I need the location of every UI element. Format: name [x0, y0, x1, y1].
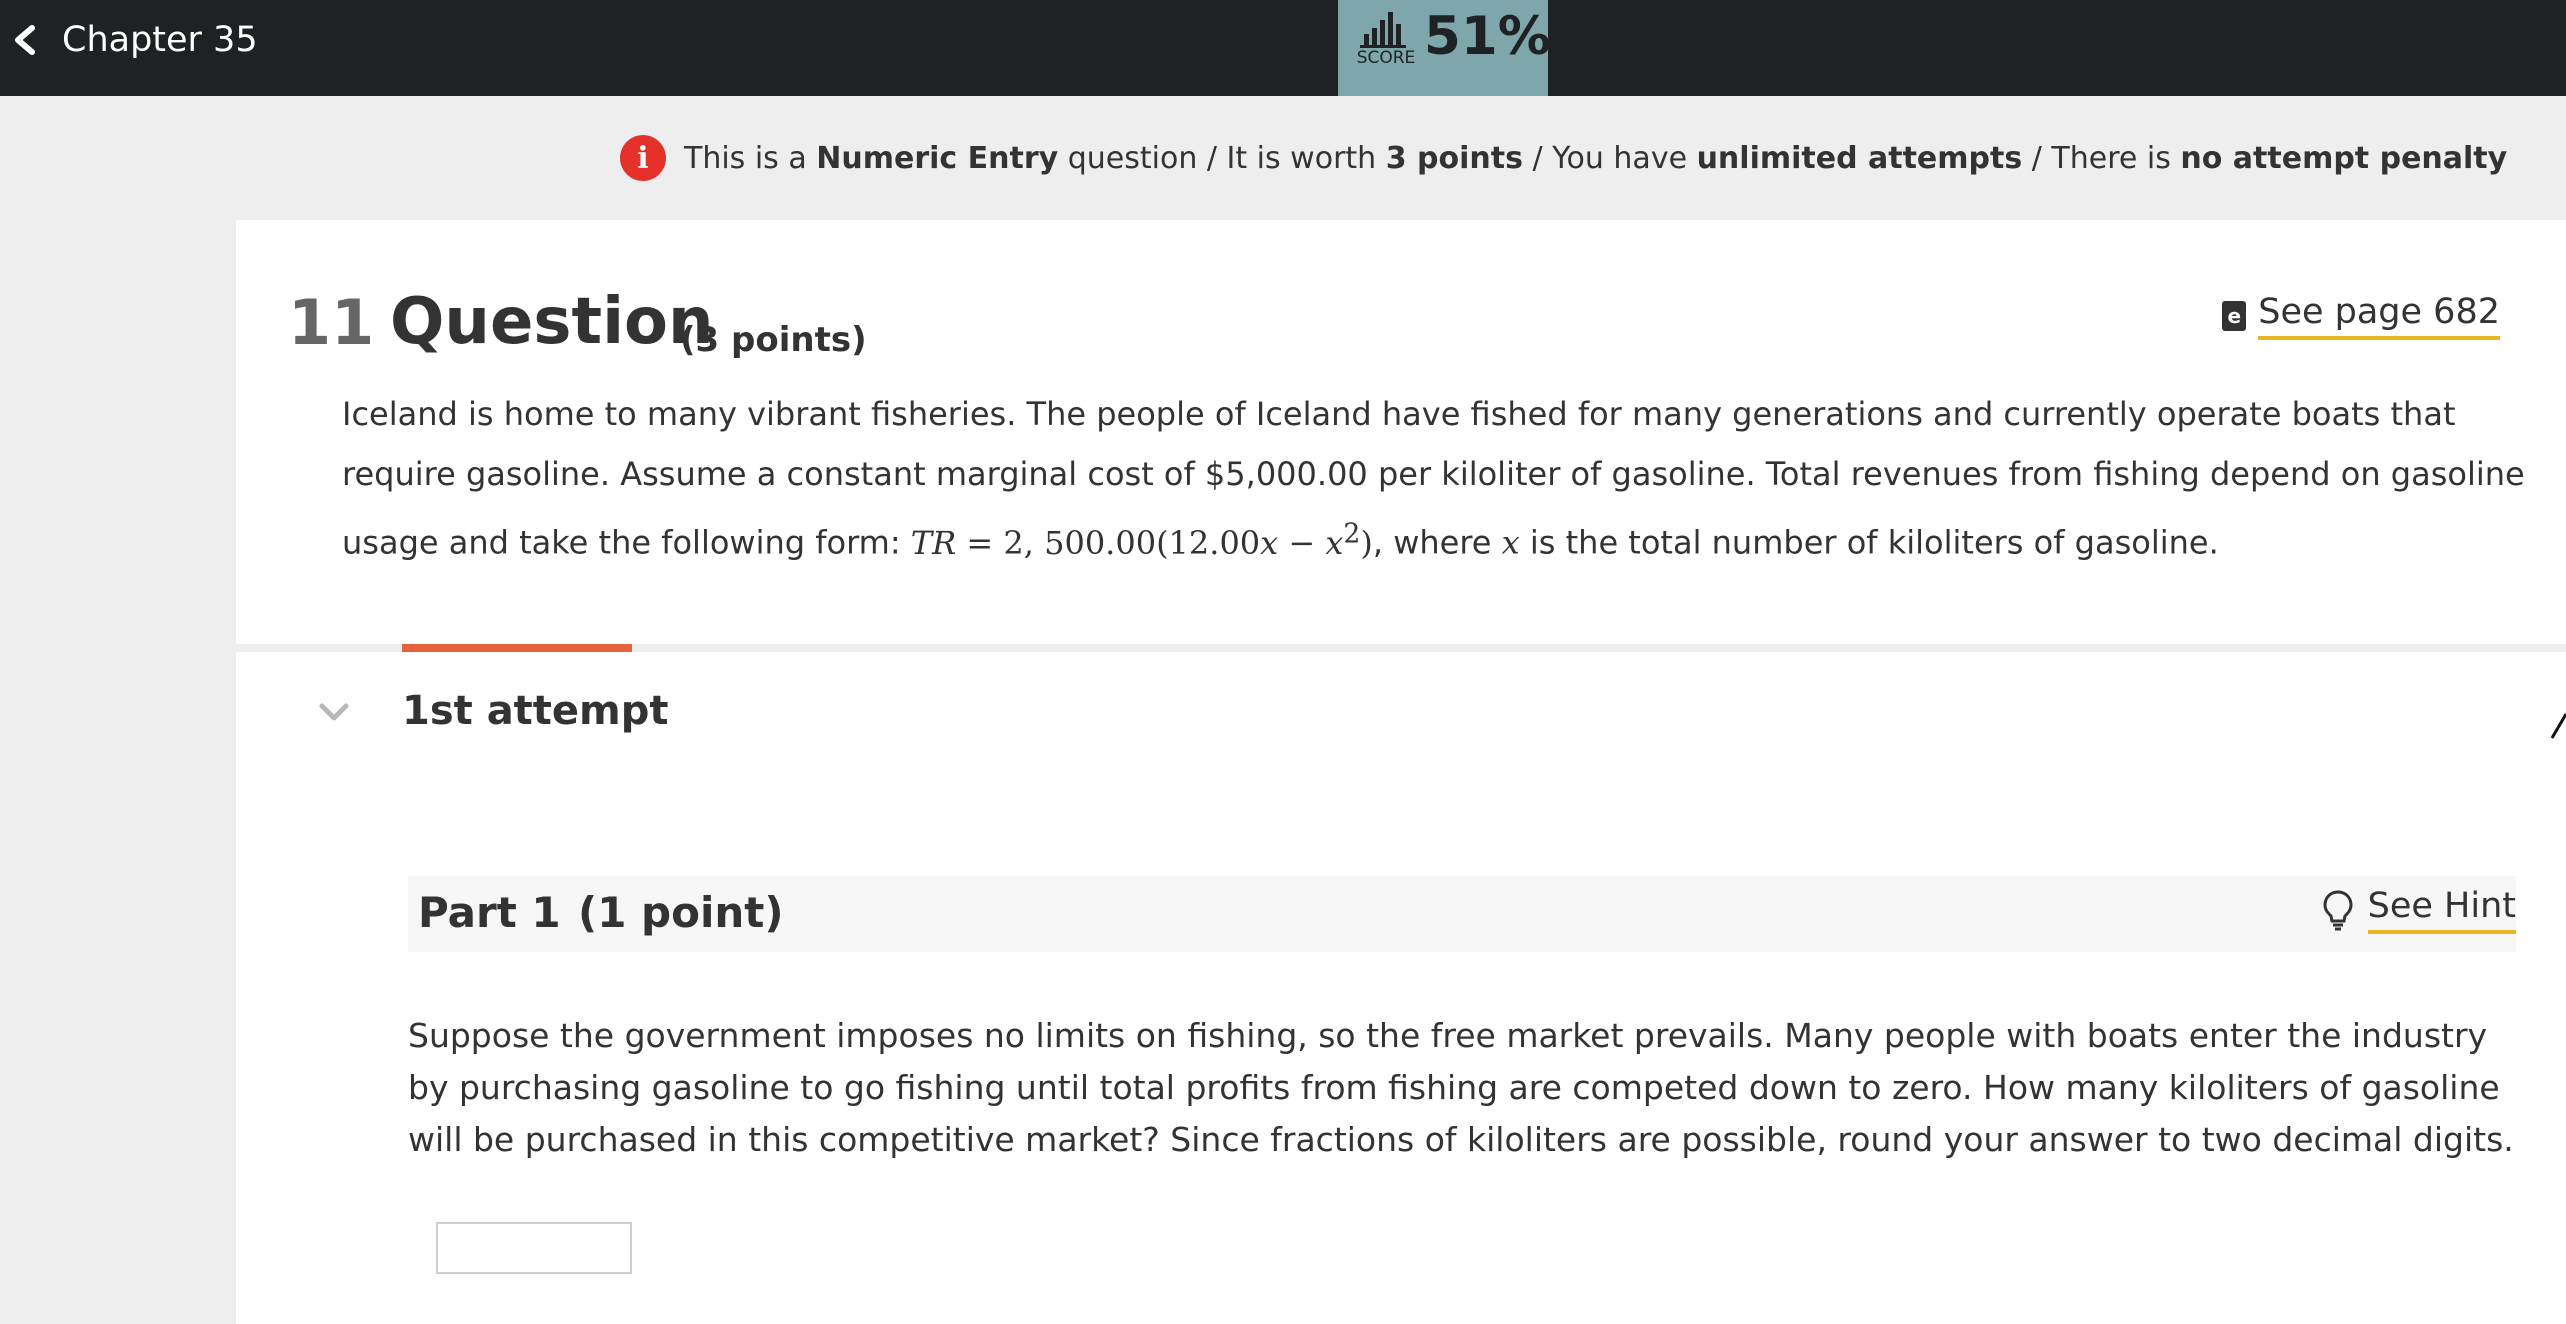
ebook-icon: e — [2222, 301, 2247, 331]
formula-x1: x — [1260, 523, 1279, 562]
banner-mid-2: / You have — [1532, 140, 1688, 176]
banner-attempts: unlimited attempts — [1696, 140, 2023, 176]
score-value: 51% — [1424, 6, 1551, 67]
chevron-left-icon — [15, 25, 35, 55]
banner-points: 3 points — [1385, 140, 1523, 176]
banner-prefix: This is a — [684, 140, 807, 176]
formula-lhs: TR — [910, 523, 957, 562]
bar-chart-icon — [1360, 12, 1406, 48]
banner-mid-1: question / It is worth — [1067, 140, 1377, 176]
formula-x2: x — [1325, 523, 1344, 562]
formula-close: ) — [1360, 523, 1373, 562]
question-points: (3 points) — [680, 320, 867, 360]
attempt-label[interactable]: 1st attempt — [402, 688, 668, 734]
chevron-down-icon[interactable] — [316, 694, 352, 730]
part-label: Part 1 — [418, 888, 561, 937]
part-points: (1 point) — [578, 888, 784, 937]
formula-exponent: 2 — [1343, 518, 1361, 549]
question-number: 11 — [288, 286, 375, 359]
question-text-2: , where — [1372, 523, 1492, 562]
see-hint-label: See Hint — [2367, 886, 2516, 934]
answer-input[interactable] — [436, 1222, 632, 1274]
banner-mid-3: / There is — [2031, 140, 2171, 176]
formula-eq: = 2, 500.00(12.00 — [956, 523, 1261, 562]
info-icon: i — [620, 135, 666, 181]
attempt-tab-indicator — [402, 644, 632, 652]
top-bar: Chapter 35 SCORE 51% — [0, 0, 2566, 96]
back-label: Chapter 35 — [62, 20, 258, 60]
cursor-icon — [2550, 713, 2566, 739]
score-caption: SCORE — [1356, 48, 1416, 68]
question-text-3: is the total number of kiloliters of gas… — [1529, 523, 2219, 562]
see-page-link[interactable]: e See page 682 — [2222, 292, 2500, 340]
back-to-chapter-link[interactable]: Chapter 35 — [0, 0, 258, 80]
question-info-banner: i This is a Numeric Entry question / It … — [620, 130, 2507, 186]
lightbulb-icon — [2323, 890, 2353, 931]
banner-penalty: no attempt penalty — [2180, 140, 2508, 176]
score-badge[interactable]: SCORE 51% — [1338, 0, 1551, 96]
see-hint-link[interactable]: See Hint — [2322, 886, 2516, 934]
banner-question-type: Numeric Entry — [816, 140, 1059, 176]
revenue-formula: TR = 2, 500.00(12.00x − x2) — [910, 518, 1373, 562]
question-card: 11 Question (3 points) e See page 682 Ic… — [236, 220, 2566, 1324]
part-header: Part 1 (1 point) See Hint — [408, 876, 2516, 952]
see-page-label: See page 682 — [2258, 292, 2500, 340]
question-title: Question — [390, 285, 714, 359]
question-variable: x — [1501, 523, 1520, 562]
part-question-text: Suppose the government imposes no limits… — [408, 1016, 2514, 1159]
formula-minus: − — [1278, 523, 1326, 562]
question-body: Iceland is home to many vibrant fisherie… — [342, 384, 2542, 573]
